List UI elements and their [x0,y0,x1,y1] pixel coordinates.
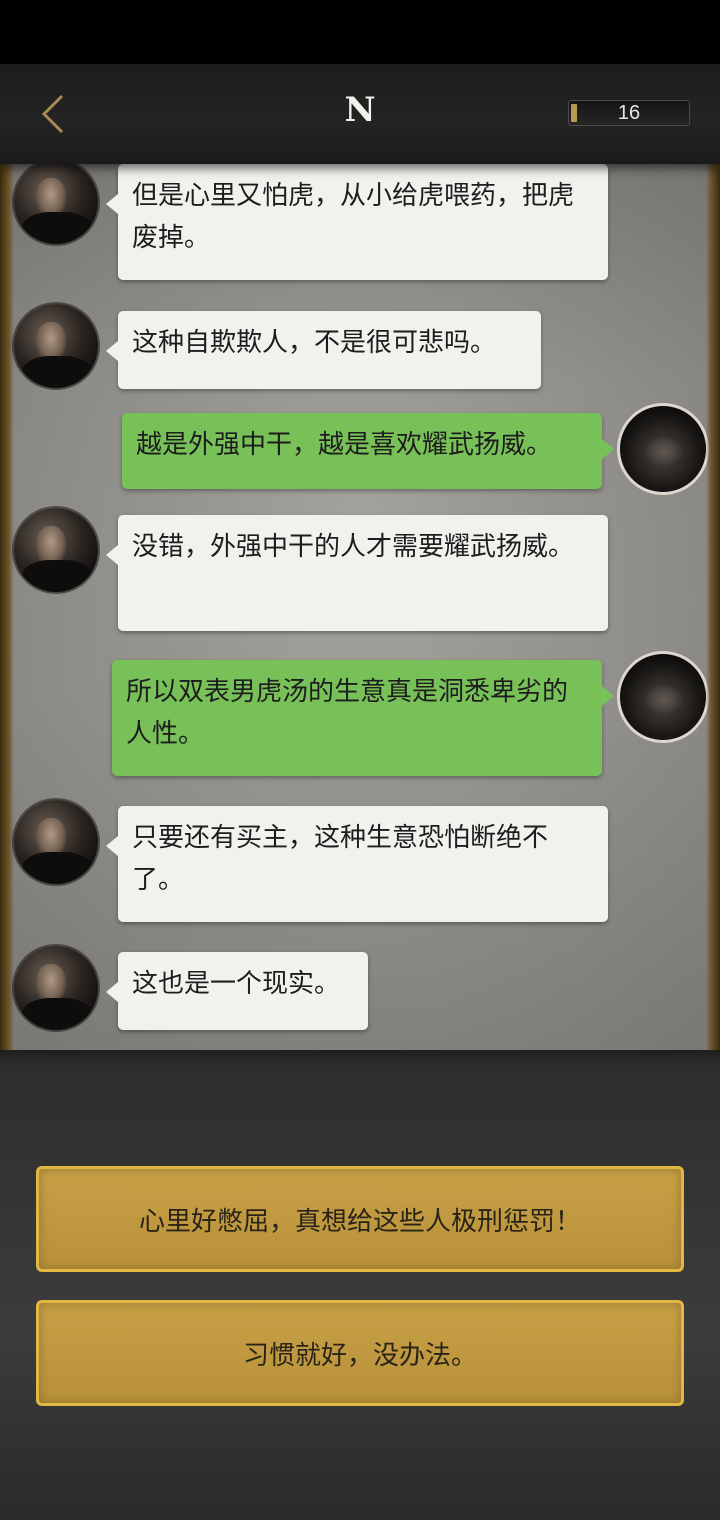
choice-option-2[interactable]: 习惯就好，没办法。 [36,1300,684,1406]
chat-header: N 16 [0,64,720,164]
message-bubble: 只要还有买主，这种生意恐怕断绝不了。 [106,806,608,922]
message-bubble: 这也是一个现实。 [106,952,368,1030]
choice-panel: 心里好憋屈，真想给这些人极刑惩罚！ 习惯就好，没办法。 [0,1050,720,1520]
progress-counter: 16 [568,100,690,126]
npc-avatar[interactable] [14,946,98,1030]
chat-area[interactable]: 但是心里又怕虎，从小给虎喂药，把虎废掉。 这种自欺欺人，不是很可悲吗。 越是外强… [0,164,720,1050]
npc-avatar[interactable] [14,800,98,884]
message-bubble: 但是心里又怕虎，从小给虎喂药，把虎废掉。 [106,164,608,280]
npc-avatar[interactable] [14,508,98,592]
counter-fill [571,104,577,122]
self-avatar[interactable] [620,654,706,740]
counter-value: 16 [617,102,641,124]
message-bubble: 这种自欺欺人，不是很可悲吗。 [106,311,541,389]
npc-avatar[interactable] [14,164,98,244]
message-bubble: 越是外强中干，越是喜欢耀武扬威。 [122,413,614,489]
npc-avatar[interactable] [14,304,98,388]
message-bubble: 没错，外强中干的人才需要耀武扬威。 [106,515,608,631]
message-bubble: 所以双表男虎汤的生意真是洞悉卑劣的人性。 [112,660,614,776]
choice-option-1[interactable]: 心里好憋屈，真想给这些人极刑惩罚！ [36,1166,684,1272]
self-avatar[interactable] [620,406,706,492]
status-bar [0,0,720,64]
